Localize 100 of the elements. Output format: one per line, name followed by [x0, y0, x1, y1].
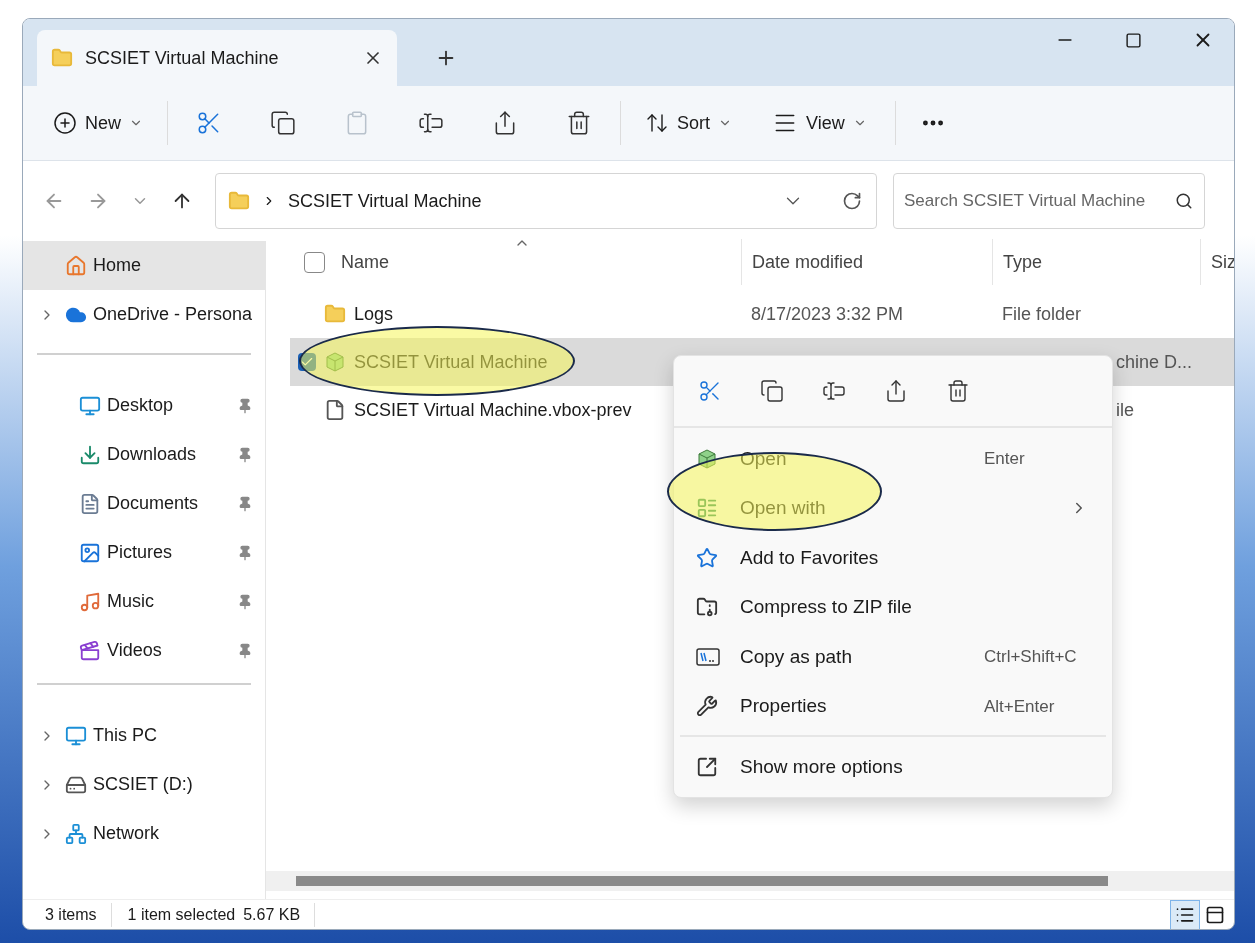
trash-icon[interactable]: [946, 379, 970, 403]
sidebar-label: Network: [93, 822, 159, 845]
pin-icon[interactable]: [237, 593, 253, 610]
pin-icon[interactable]: [237, 495, 253, 512]
folder-icon: [228, 190, 250, 212]
zip-folder-icon: [696, 596, 718, 619]
menu-label: Properties: [740, 694, 828, 718]
menu-label: Compress to ZIP file: [740, 595, 913, 619]
cube-icon: [324, 351, 346, 373]
check-icon: [300, 355, 314, 369]
sidebar-item[interactable]: Pictures: [23, 528, 265, 577]
column-header[interactable]: Date modified: [752, 248, 864, 276]
menu-item[interactable]: Properties Alt+Enter: [674, 681, 1112, 731]
download-icon: [79, 443, 101, 466]
file-name: Logs: [354, 302, 394, 326]
wrench-icon: [696, 695, 718, 718]
sidebar-item[interactable]: This PC: [23, 711, 265, 760]
shortcut-text: Alt+Enter: [984, 695, 1056, 718]
copy-icon[interactable]: [270, 110, 296, 136]
menu-label: Copy as path: [740, 644, 853, 669]
sidebar-item[interactable]: Desktop: [23, 381, 265, 430]
select-all-checkbox[interactable]: [304, 251, 325, 273]
column-header[interactable]: Name: [341, 248, 389, 276]
menu-item[interactable]: Show more options: [674, 737, 1112, 797]
date-cell-text: 8/17/2023 3:32 PM: [750, 302, 905, 326]
sidebar-label: This PC: [93, 724, 157, 747]
menu-label: Open: [740, 446, 788, 471]
pin-icon[interactable]: [237, 397, 253, 414]
sort-icon: [645, 111, 669, 135]
tab-title: SCSIET Virtual Machine: [85, 46, 280, 70]
plus-circle-icon: [53, 111, 77, 135]
file-row[interactable]: Logs 8/17/2023 3:32 PM File folder: [290, 290, 1234, 338]
address-bar[interactable]: SCSIET Virtual Machine: [215, 173, 877, 229]
sidebar-item[interactable]: SCSIET (D:): [23, 760, 265, 809]
network-icon: [65, 822, 87, 845]
type-cell-text: chine D...: [1115, 350, 1193, 374]
details-view-toggle[interactable]: [1170, 899, 1200, 929]
sidebar-label: Documents: [107, 492, 199, 515]
shortcut-text: Ctrl+Shift+C: [984, 646, 1078, 668]
menu-item[interactable]: Copy as path Ctrl+Shift+C: [674, 632, 1112, 682]
maximize-icon[interactable]: [1125, 31, 1142, 49]
menu-item[interactable]: Add to Favorites: [674, 533, 1112, 583]
path-icon: [696, 646, 720, 667]
copy-icon[interactable]: [760, 379, 784, 403]
file-name: SCSIET Virtual Machine: [354, 350, 548, 374]
monitor-icon: [79, 394, 101, 417]
music-icon: [79, 590, 101, 613]
sidebar-label: Videos: [107, 639, 162, 662]
preview-icon: [1205, 904, 1225, 925]
sidebar-label: OneDrive - Persona: [93, 303, 253, 326]
video-icon: [79, 639, 101, 662]
sidebar-label: Downloads: [107, 443, 197, 466]
search-field[interactable]: Search SCSIET Virtual Machine: [893, 173, 1205, 229]
tab[interactable]: SCSIET Virtual Machine: [37, 30, 397, 86]
search-icon: [1175, 192, 1193, 210]
sidebar-item[interactable]: Downloads: [23, 430, 265, 479]
column-header[interactable]: Type: [1003, 248, 1043, 276]
sidebar-item[interactable]: Documents: [23, 479, 265, 528]
star-icon: [696, 546, 718, 569]
sidebar-label: Home: [93, 254, 141, 277]
trash-icon[interactable]: [566, 110, 592, 136]
rename-icon[interactable]: [822, 379, 846, 403]
cube-icon: [696, 447, 718, 470]
scrollbar-thumb[interactable]: [296, 876, 1108, 886]
sidebar-label: SCSIET (D:): [93, 773, 193, 796]
pin-icon[interactable]: [237, 446, 253, 463]
share-icon[interactable]: [884, 379, 908, 403]
folder-icon: [324, 303, 346, 325]
pin-icon[interactable]: [237, 642, 253, 659]
monitor-icon: [65, 724, 87, 747]
menu-item[interactable]: Open Enter: [674, 434, 1112, 484]
shortcut-text: Enter: [984, 448, 1026, 470]
menu-item[interactable]: Compress to ZIP file: [674, 582, 1112, 632]
sidebar-item[interactable]: Videos: [23, 626, 265, 675]
view-button[interactable]: View: [772, 109, 895, 137]
item-count: 3 items: [45, 902, 112, 927]
folder-icon: [51, 47, 73, 69]
selection-info: 1 item selected: [126, 904, 236, 925]
sidebar-label: Music: [107, 590, 154, 613]
document-icon: [79, 492, 101, 515]
file-icon: [324, 399, 346, 421]
row-checkbox[interactable]: [298, 353, 316, 371]
sidebar-label: Pictures: [107, 541, 173, 564]
home-icon: [65, 254, 87, 277]
selection-size: 5.67 KB: [235, 902, 316, 927]
sidebar-item[interactable]: Network: [23, 809, 265, 858]
picture-icon: [79, 541, 101, 564]
expand-out-icon: [696, 756, 718, 778]
sidebar-item[interactable]: Home: [23, 241, 265, 290]
address-path: SCSIET Virtual Machine: [288, 189, 483, 213]
sidebar-label: Desktop: [107, 394, 174, 417]
new-button[interactable]: New: [53, 109, 167, 137]
menu-label: Show more options: [740, 754, 903, 779]
sidebar-item[interactable]: Music: [23, 577, 265, 626]
type-cell-text: File folder: [1001, 302, 1082, 326]
refresh-icon[interactable]: [842, 191, 862, 211]
sort-button[interactable]: Sort: [621, 109, 773, 137]
pin-icon[interactable]: [237, 544, 253, 561]
sidebar-item[interactable]: OneDrive - Persona: [23, 290, 265, 339]
file-row[interactable]: SCSIET Virtual Machine.vbox-prev ile: [290, 386, 1234, 434]
